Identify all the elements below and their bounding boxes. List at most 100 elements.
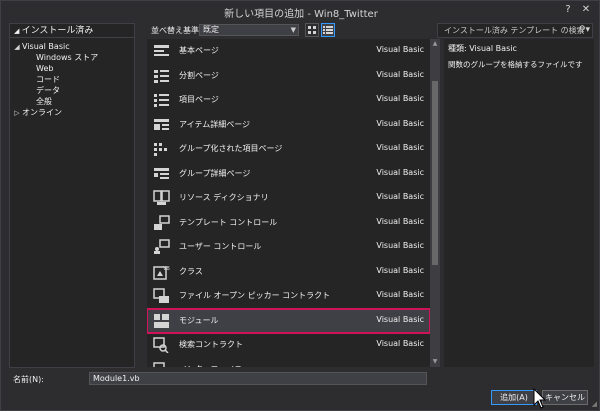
template-language: Visual Basic xyxy=(376,216,424,226)
template-name: グループ化された項目ページ xyxy=(179,144,283,153)
collapsed-arrow-icon[interactable]: ▷ xyxy=(12,108,22,119)
template-language: Visual Basic xyxy=(376,290,424,299)
template-row[interactable]: 項目ページ Visual Basic xyxy=(147,88,430,112)
template-description: 関数のグループを格納するファイルです xyxy=(448,60,583,69)
tree-item-label: オンライン xyxy=(22,108,62,117)
template-name: リソース ディクショナリ xyxy=(179,193,269,202)
template-name: グループ詳細ページ xyxy=(179,168,251,178)
group-detail-page-icon xyxy=(154,167,169,179)
template-name: 基本ページ xyxy=(179,46,219,55)
resize-grip-icon[interactable]: ◢ xyxy=(592,400,597,408)
expand-arrow-icon[interactable]: ◢ xyxy=(12,42,22,53)
template-row[interactable]: インターフェイス xyxy=(147,358,430,368)
tree-item[interactable]: ◢ Visual Basic xyxy=(10,41,134,52)
template-name: クラス xyxy=(179,266,203,276)
template-language: Visual Basic xyxy=(376,94,424,103)
template-row[interactable]: アイテム詳細ページ Visual Basic xyxy=(147,113,430,137)
file-picker-contract-icon xyxy=(153,288,169,303)
search-icon[interactable]: ⚲▾ xyxy=(579,24,590,37)
template-row[interactable]: ユーザー コントロール Visual Basic xyxy=(147,235,430,259)
template-row[interactable]: テンプレート コントロール Visual Basic xyxy=(147,211,430,235)
tree-item[interactable]: データ xyxy=(10,85,134,96)
template-row[interactable]: 分割ページ Visual Basic xyxy=(147,64,430,88)
scroll-down-icon[interactable]: ▼ xyxy=(430,357,440,367)
template-language: Visual Basic xyxy=(376,339,424,348)
template-language: Visual Basic xyxy=(376,241,424,250)
scroll-up-icon[interactable]: ▲ xyxy=(430,39,440,49)
template-row[interactable]: リソース ディクショナリ Visual Basic xyxy=(147,186,430,210)
svg-text:VB: VB xyxy=(163,266,170,272)
type-value: Visual Basic xyxy=(469,44,517,53)
sort-label: 並べ替え基準: xyxy=(151,26,202,35)
template-row[interactable]: 基本ページ Visual Basic xyxy=(147,39,430,63)
tree-item[interactable]: コード xyxy=(10,74,134,85)
tree-item-label: Web xyxy=(36,64,54,73)
close-button[interactable]: ✕ xyxy=(579,3,593,17)
tree-item-label: Windows ストア xyxy=(36,53,99,62)
tree-item[interactable]: 全般 xyxy=(10,96,134,107)
tree-item[interactable]: Web xyxy=(10,63,134,74)
toolbar: 並べ替え基準: 既定 ▼ xyxy=(147,23,435,38)
search-contract-icon xyxy=(153,337,169,353)
template-language: Visual Basic xyxy=(376,167,424,177)
item-detail-page-icon xyxy=(154,118,169,130)
template-row[interactable]: ファイル オープン ピッカー コントラクト Visual Basic xyxy=(147,284,430,308)
templated-control-icon xyxy=(154,214,170,230)
medium-icons-view-button[interactable] xyxy=(305,23,319,37)
template-row[interactable]: VB クラス Visual Basic xyxy=(147,260,430,284)
template-language: Visual Basic xyxy=(376,45,424,54)
category-tree: ◢ Visual Basic Windows ストア Web コード データ 全般 ▷ オンライ… xyxy=(10,38,134,118)
template-row[interactable]: 検索コントラクト Visual Basic xyxy=(147,333,430,357)
template-name: テンプレート コントロール xyxy=(179,217,278,227)
template-list: 基本ページ Visual Basic 分割ページ Visual Basic 項目ページ V… xyxy=(147,39,440,367)
help-button[interactable]: ? xyxy=(561,3,575,17)
details-panel: 種類: Visual Basic 関数のグループを格納するファイルです xyxy=(444,39,594,367)
tree-item-label: コード xyxy=(36,75,60,84)
template-search-input[interactable]: インストール済み テンプレート の検索 (Ctrl ⚲▾ xyxy=(437,23,593,48)
installed-header[interactable]: ◢ インストール済み xyxy=(10,24,134,38)
template-name: ファイル オープン ピッカー コントラクト xyxy=(179,291,331,300)
tree-item-label: Visual Basic xyxy=(22,42,70,51)
template-row[interactable]: グループ化された項目ページ Visual Basic xyxy=(147,137,430,161)
template-language: Visual Basic xyxy=(376,192,424,201)
class-icon: VB xyxy=(153,266,170,280)
template-language: Visual Basic xyxy=(376,118,424,128)
grouped-items-page-icon xyxy=(154,143,167,156)
sort-dropdown[interactable]: 既定 ▼ xyxy=(199,24,299,36)
template-language: Visual Basic xyxy=(376,143,424,152)
split-page-icon xyxy=(154,69,169,83)
template-row[interactable]: モジュール Visual Basic xyxy=(147,307,431,334)
resource-dictionary-icon xyxy=(153,190,170,205)
type-label: 種類: xyxy=(448,44,467,53)
collapse-arrow-icon: ◢ xyxy=(14,27,22,35)
grid-view-icon xyxy=(308,26,316,34)
add-button[interactable]: 追加(A) xyxy=(491,390,537,405)
tree-item[interactable]: ▷ オンライン xyxy=(10,107,134,118)
template-language: Visual Basic xyxy=(376,265,424,275)
template-language: Visual Basic xyxy=(376,69,424,79)
category-panel: ◢ インストール済み ◢ Visual Basic Windows ストア Web コー… xyxy=(9,23,135,368)
user-control-icon xyxy=(154,239,170,254)
template-list-scrollbar[interactable]: ▲ ▼ xyxy=(430,39,440,367)
chevron-down-icon: ▼ xyxy=(290,26,296,34)
list-view-button[interactable] xyxy=(321,23,335,37)
template-name: 検索コントラクト xyxy=(179,340,243,349)
name-input[interactable]: Module1.vb xyxy=(89,372,427,385)
template-language: Visual Basic xyxy=(376,314,424,324)
tree-item[interactable]: Windows ストア xyxy=(10,52,134,63)
items-page-icon xyxy=(154,94,169,107)
template-name: インターフェイス xyxy=(179,364,242,368)
tree-item-label: 全般 xyxy=(36,97,52,106)
scrollbar-thumb[interactable] xyxy=(432,81,438,265)
title-bar: 新しい項目の追加 - Win8_Twitter ? ✕ xyxy=(1,1,600,21)
template-row[interactable]: グループ詳細ページ Visual Basic xyxy=(147,162,430,186)
tree-item-label: データ xyxy=(36,86,60,95)
dialog-title: 新しい項目の追加 - Win8_Twitter xyxy=(224,9,378,20)
template-name: 分割ページ xyxy=(179,70,219,80)
cancel-button[interactable]: キャンセル xyxy=(542,390,588,405)
basic-page-icon xyxy=(154,45,169,56)
module-icon xyxy=(154,313,169,328)
mouse-pointer-icon xyxy=(533,388,547,409)
sort-value: 既定 xyxy=(203,25,219,34)
template-name: アイテム詳細ページ xyxy=(179,119,251,129)
